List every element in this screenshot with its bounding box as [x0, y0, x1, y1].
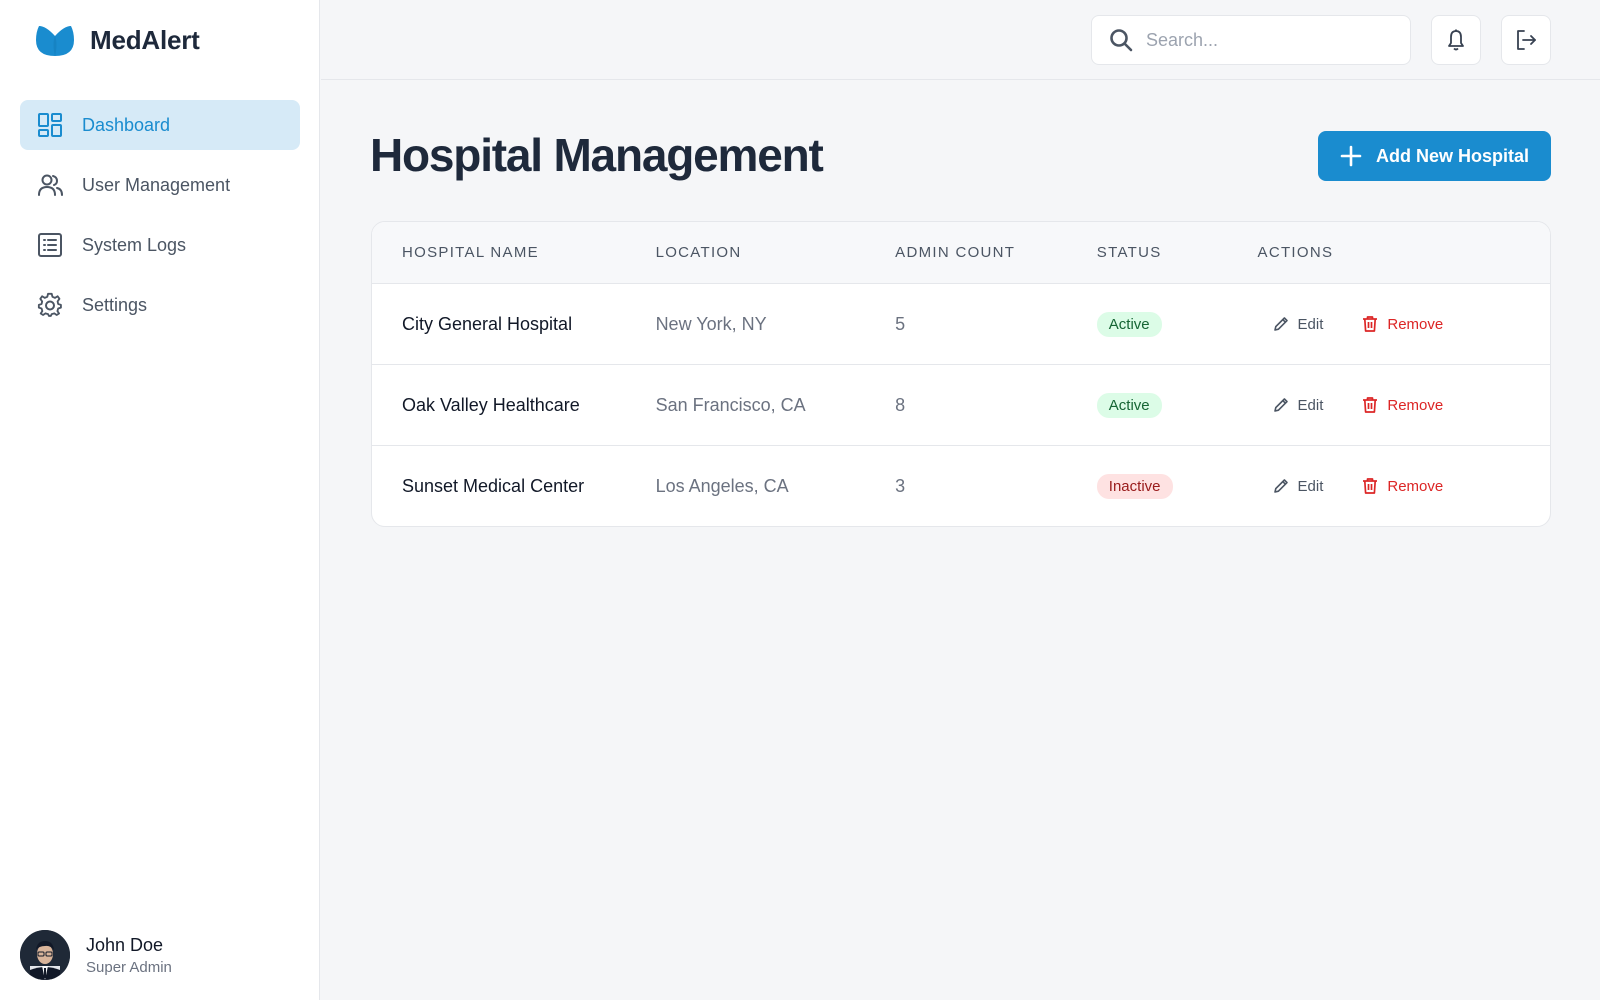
table-header: HOSPITAL NAME LOCATION ADMIN COUNT STATU…	[372, 222, 1550, 283]
logout-icon	[1517, 30, 1536, 50]
hospitals-table: HOSPITAL NAME LOCATION ADMIN COUNT STATU…	[371, 221, 1551, 527]
user-info: John Doe Super Admin	[86, 935, 172, 976]
pencil-icon	[1273, 317, 1288, 331]
hospital-name-cell: Sunset Medical Center	[402, 475, 585, 496]
sidebar-nav: Dashboard User Management System Logs Se…	[20, 100, 300, 340]
trash-icon	[1363, 478, 1378, 494]
user-name: John Doe	[86, 934, 164, 955]
top-header	[321, 0, 1600, 80]
sidebar-item-label: Settings	[82, 294, 148, 315]
medalert-logo-icon	[36, 26, 74, 56]
sidebar-item-user-management[interactable]: User Management	[20, 160, 300, 210]
edit-button[interactable]: Edit	[1272, 396, 1324, 414]
avatar	[20, 930, 70, 980]
bell-icon	[1448, 29, 1464, 51]
status-cell: Active	[1096, 365, 1258, 445]
search-icon	[1110, 29, 1133, 52]
add-hospital-button[interactable]: Add New Hospital	[1318, 131, 1551, 181]
hospital-name-cell: Oak Valley Healthcare	[402, 394, 580, 415]
plus-icon	[1340, 145, 1362, 167]
hospital-name-cell: City General Hospital	[402, 313, 573, 334]
sidebar-item-dashboard[interactable]: Dashboard	[20, 100, 300, 150]
column-header-status: STATUS	[1096, 244, 1162, 261]
sidebar-item-system-logs[interactable]: System Logs	[20, 220, 300, 270]
remove-button[interactable]: Remove	[1361, 396, 1443, 414]
status-cell: Inactive	[1096, 446, 1258, 526]
edit-button[interactable]: Edit	[1272, 477, 1324, 495]
status-badge: Active	[1096, 392, 1162, 418]
location-cell: New York, NY	[655, 313, 767, 334]
sidebar-item-label: Dashboard	[82, 114, 171, 135]
table-row: City General Hospital New York, NY 5 Act…	[372, 283, 1550, 364]
sidebar-item-label: System Logs	[82, 234, 187, 255]
admin-count-cell: 3	[895, 475, 906, 496]
brand-name: MedAlert	[90, 24, 200, 55]
brand[interactable]: MedAlert	[36, 22, 200, 58]
edit-label: Edit	[1297, 315, 1324, 333]
table-row: Sunset Medical Center Los Angeles, CA 3 …	[372, 445, 1550, 526]
remove-label: Remove	[1387, 315, 1444, 333]
gear-icon	[36, 291, 64, 319]
sidebar: MedAlert Dashboard User Management Syste…	[0, 0, 320, 1000]
admin-count-cell: 5	[895, 313, 906, 334]
user-role: Super Admin	[86, 958, 172, 976]
users-icon	[36, 171, 64, 199]
remove-button[interactable]: Remove	[1361, 315, 1443, 333]
status-cell: Active	[1096, 284, 1258, 364]
admin-count-cell: 8	[895, 394, 906, 415]
actions-cell: Edit Remove	[1258, 365, 1550, 445]
status-badge: Active	[1096, 311, 1162, 337]
trash-icon	[1363, 397, 1378, 413]
sidebar-item-label: User Management	[82, 174, 231, 195]
status-badge: Inactive	[1096, 473, 1173, 499]
add-hospital-label: Add New Hospital	[1375, 145, 1529, 166]
user-profile[interactable]: John Doe Super Admin	[20, 930, 172, 980]
search-bar[interactable]	[1091, 15, 1411, 65]
list-icon	[36, 231, 64, 259]
search-input[interactable]	[1146, 29, 1386, 51]
location-cell: San Francisco, CA	[655, 394, 806, 415]
column-header-location: LOCATION	[655, 244, 742, 261]
sidebar-item-settings[interactable]: Settings	[20, 280, 300, 330]
location-cell: Los Angeles, CA	[655, 475, 789, 496]
edit-button[interactable]: Edit	[1272, 315, 1324, 333]
actions-cell: Edit Remove	[1258, 284, 1550, 364]
pencil-icon	[1273, 398, 1288, 412]
remove-button[interactable]: Remove	[1361, 477, 1443, 495]
notifications-button[interactable]	[1431, 15, 1481, 65]
edit-label: Edit	[1297, 396, 1324, 414]
column-header-actions: ACTIONS	[1257, 244, 1334, 261]
logout-button[interactable]	[1501, 15, 1551, 65]
pencil-icon	[1273, 479, 1288, 493]
page-title: Hospital Management	[370, 129, 824, 181]
trash-icon	[1363, 316, 1378, 332]
edit-label: Edit	[1297, 477, 1324, 495]
remove-label: Remove	[1387, 477, 1444, 495]
actions-cell: Edit Remove	[1258, 446, 1550, 526]
table-row: Oak Valley Healthcare San Francisco, CA …	[372, 364, 1550, 445]
dashboard-icon	[36, 111, 64, 139]
remove-label: Remove	[1387, 396, 1444, 414]
column-header-admin-count: ADMIN COUNT	[895, 244, 1016, 261]
column-header-hospital-name: HOSPITAL NAME	[402, 244, 539, 261]
